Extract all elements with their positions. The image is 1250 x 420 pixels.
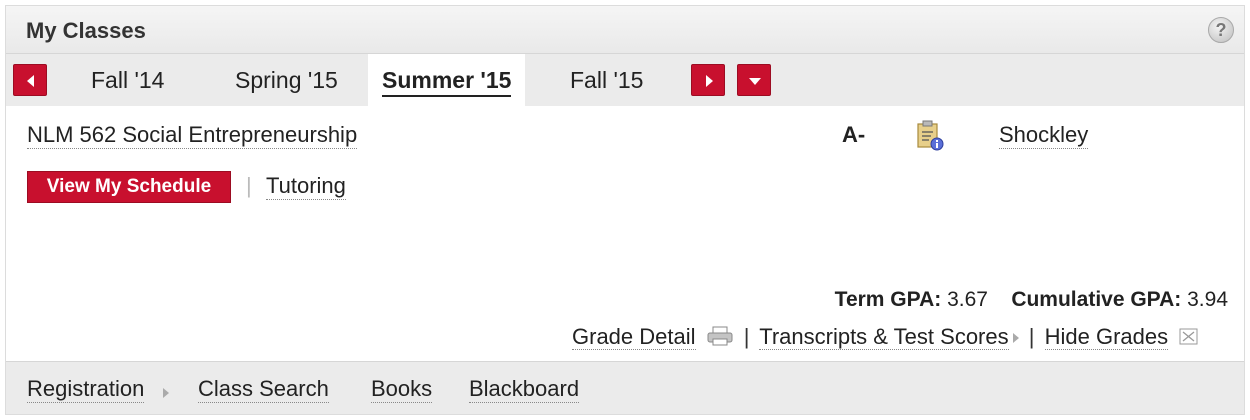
transcripts-link[interactable]: Transcripts & Test Scores <box>759 324 1009 350</box>
class-row: NLM 562 Social Entrepreneurship A- Shock… <box>6 106 1244 166</box>
my-classes-panel: My Classes ? Fall '14 Spring '15 Summer … <box>5 5 1245 415</box>
tab-fall-14[interactable]: Fall '14 <box>77 54 178 106</box>
action-separator: | <box>246 173 252 198</box>
course-link[interactable]: NLM 562 Social Entrepreneurship <box>27 122 358 149</box>
chevron-right-icon <box>706 75 713 87</box>
tab-fall-15[interactable]: Fall '15 <box>556 54 657 106</box>
term-dropdown-button[interactable] <box>737 64 771 96</box>
panel-header: My Classes ? <box>6 6 1244 54</box>
cumulative-gpa-value: 3.94 <box>1187 288 1228 311</box>
term-gpa-label: Term GPA: <box>834 288 942 311</box>
previous-term-button[interactable] <box>13 64 47 96</box>
cumulative-gpa-label: Cumulative GPA: <box>1011 288 1182 311</box>
course-grade: A- <box>842 122 866 147</box>
hide-grades-link[interactable]: Hide Grades <box>1044 324 1169 350</box>
help-icon[interactable]: ? <box>1208 17 1234 43</box>
class-info-clipboard-icon[interactable] <box>913 119 945 151</box>
arrow-right-icon <box>1012 333 1019 344</box>
printer-icon[interactable] <box>706 325 734 347</box>
tutoring-link[interactable]: Tutoring <box>266 173 346 200</box>
instructor-link[interactable]: Shockley <box>999 122 1089 149</box>
tab-summer-15-label: Summer '15 <box>382 67 512 97</box>
chevron-down-icon <box>749 78 761 85</box>
grade-detail-link[interactable]: Grade Detail <box>572 324 696 350</box>
panel-title: My Classes <box>26 18 146 43</box>
gpa-summary: Term GPA: 3.67 Cumulative GPA: 3.94 <box>835 288 1228 312</box>
term-tab-bar: Fall '14 Spring '15 Summer '15 Fall '15 <box>6 54 1244 106</box>
arrow-right-icon <box>163 388 169 398</box>
view-schedule-button[interactable]: View My Schedule <box>27 171 231 203</box>
books-link[interactable]: Books <box>371 376 433 403</box>
close-box-icon[interactable] <box>1178 327 1200 347</box>
blackboard-link[interactable]: Blackboard <box>469 376 580 403</box>
registration-link[interactable]: Registration <box>27 376 145 403</box>
bottom-nav: Registration Class Search Books Blackboa… <box>6 361 1244 414</box>
next-term-button[interactable] <box>691 64 725 96</box>
tab-spring-15[interactable]: Spring '15 <box>221 54 352 106</box>
tab-summer-15[interactable]: Summer '15 <box>368 54 526 106</box>
grade-links: Grade Detail | Transcripts & Test Scores… <box>572 324 1200 350</box>
class-search-link[interactable]: Class Search <box>198 376 329 403</box>
links-separator: | <box>743 324 750 349</box>
term-gpa-value: 3.67 <box>947 288 988 311</box>
links-separator: | <box>1028 324 1035 349</box>
chevron-left-icon <box>27 75 34 87</box>
